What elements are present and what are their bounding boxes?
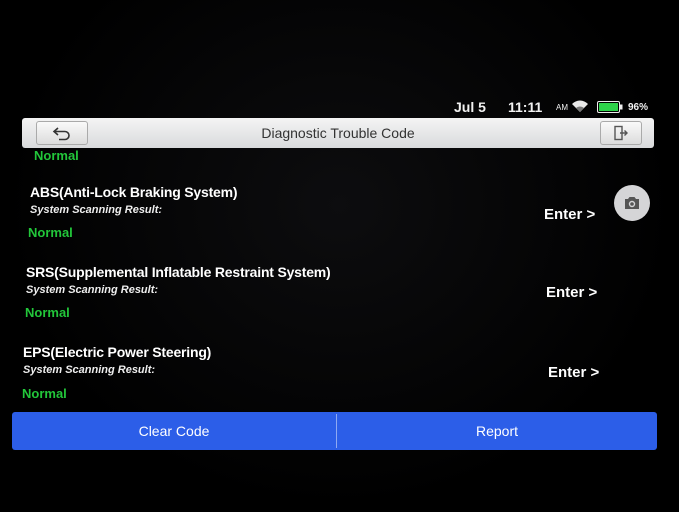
system-subtitle: System Scanning Result: [26,284,159,296]
list-item-srs: SRS(Supplemental Inflatable Restraint Sy… [0,262,679,340]
system-title: EPS(Electric Power Steering) [23,344,212,360]
page-title: Diagnostic Trouble Code [261,125,415,141]
title-bar: Diagnostic Trouble Code [22,118,654,148]
battery-icon [597,101,623,113]
enter-button-eps[interactable]: Enter > [548,364,599,381]
system-list: Normal ABS(Anti-Lock Braking System) Sys… [0,148,679,410]
exit-icon [614,125,628,141]
system-title: ABS(Anti-Lock Braking System) [30,184,238,200]
device-screen: Jul 5 11:11 AM 96% Diagnostic Trouble Co… [0,0,679,512]
system-status: Normal [28,225,73,240]
list-item-eps: EPS(Electric Power Steering) System Scan… [0,342,679,410]
clear-code-button[interactable]: Clear Code [12,412,336,450]
status-date: Jul 5 [454,99,486,115]
enter-button-srs[interactable]: Enter > [546,284,597,301]
system-status: Normal [25,305,70,320]
camera-icon [625,197,639,209]
screenshot-button[interactable] [614,185,650,221]
system-status: Normal [22,386,67,401]
list-item-abs: ABS(Anti-Lock Braking System) System Sca… [0,182,679,260]
status-time: 11:11 [508,99,543,115]
system-title: SRS(Supplemental Inflatable Restraint Sy… [26,264,331,280]
report-button[interactable]: Report [337,412,657,450]
system-subtitle: System Scanning Result: [23,364,156,376]
exit-button[interactable] [600,121,642,145]
enter-button-abs[interactable]: Enter > [544,206,595,223]
status-bar: Jul 5 11:11 AM 96% [22,96,656,116]
status-ampm: AM [556,103,568,112]
wifi-icon [572,100,588,112]
system-subtitle: System Scanning Result: [30,204,163,216]
battery-percent: 96% [628,102,649,113]
action-bar: Clear Code Report [12,412,657,450]
partial-status: Normal [34,148,79,163]
